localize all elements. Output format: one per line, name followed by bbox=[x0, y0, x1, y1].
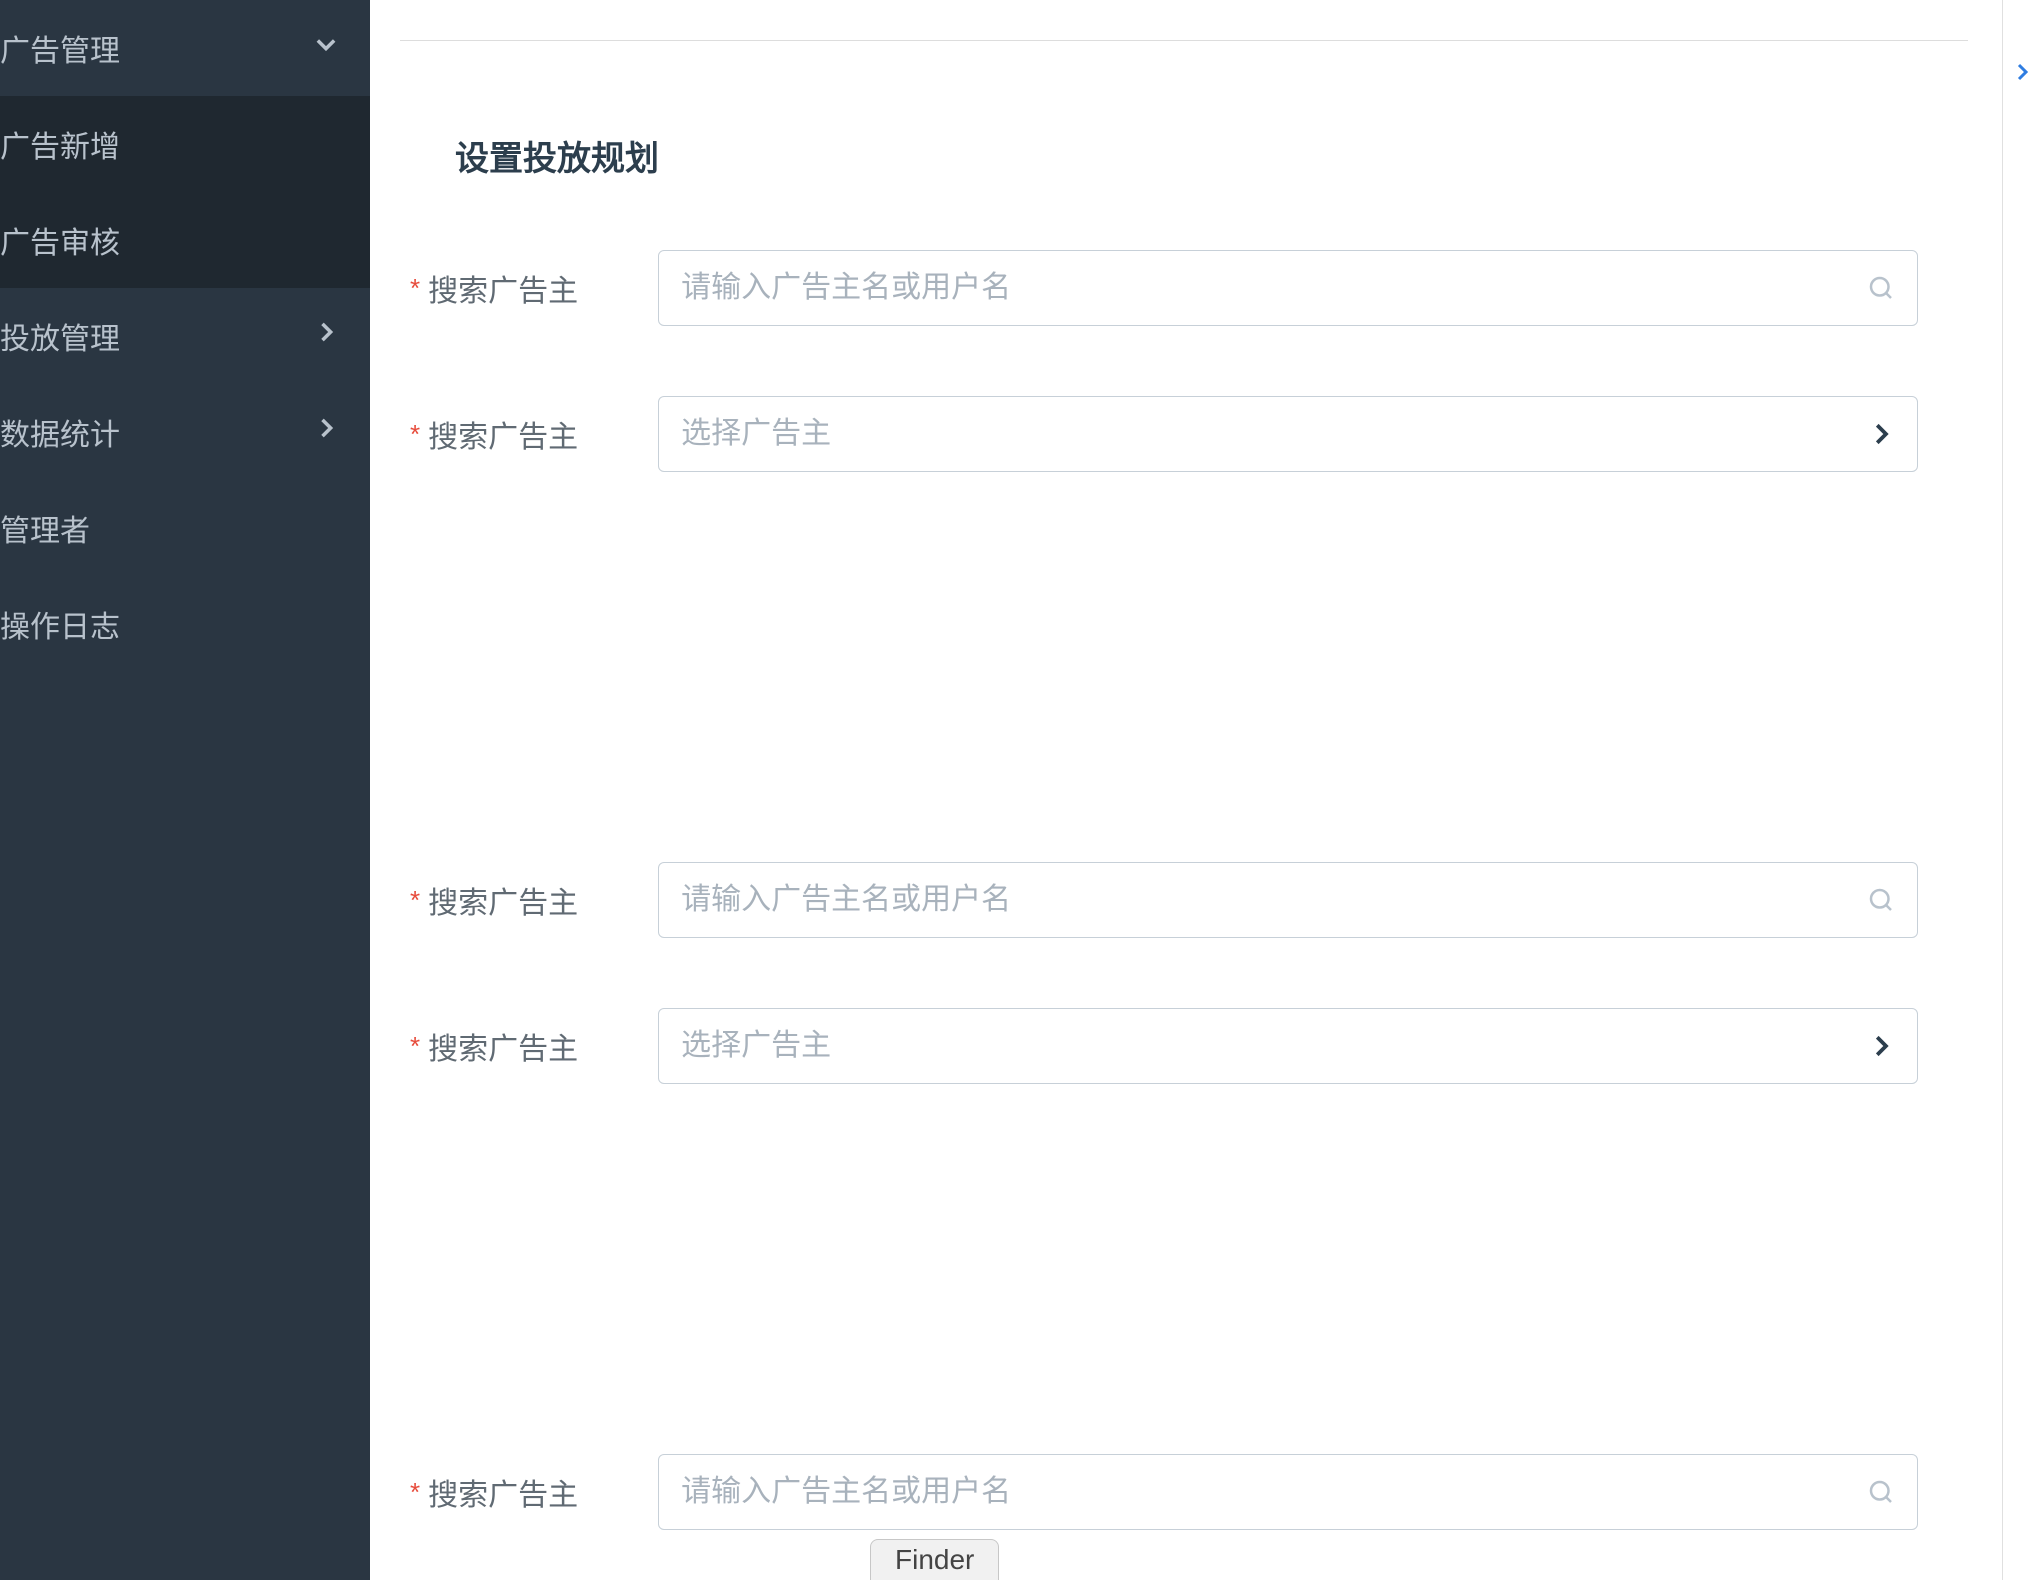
nav-item-delivery[interactable]: 投放管理 bbox=[0, 288, 370, 384]
required-mark: * bbox=[410, 885, 420, 916]
input-wrap bbox=[658, 1454, 1918, 1530]
nav-label: 广告审核 bbox=[0, 218, 120, 262]
select-advertiser-input[interactable] bbox=[658, 1008, 1918, 1084]
nav-item-ad-new[interactable]: 广告新增 bbox=[0, 96, 370, 192]
form-row-select-advertiser: * 搜索广告主 bbox=[400, 396, 1968, 472]
search-advertiser-input[interactable] bbox=[658, 250, 1918, 326]
chevron-right-icon[interactable] bbox=[2010, 60, 2034, 84]
spacer bbox=[400, 542, 1968, 862]
sidebar: 广告管理 广告新增 广告审核 投放管理 数据统计 管理者 操作日志 bbox=[0, 0, 370, 1580]
field-label: 搜索广告主 bbox=[428, 1024, 658, 1068]
search-icon bbox=[1866, 885, 1896, 915]
form-row-select-advertiser: * 搜索广告主 bbox=[400, 1008, 1968, 1084]
select-advertiser-input[interactable] bbox=[658, 396, 1918, 472]
nav-label: 广告新增 bbox=[0, 122, 120, 166]
chevron-right-icon bbox=[312, 318, 340, 354]
field-label: 搜索广告主 bbox=[428, 412, 658, 456]
nav-label: 投放管理 bbox=[0, 314, 120, 358]
field-label: 搜索广告主 bbox=[428, 878, 658, 922]
search-icon bbox=[1866, 273, 1896, 303]
input-wrap bbox=[658, 250, 1918, 326]
nav-label: 管理者 bbox=[0, 506, 90, 550]
nav-item-ad-management[interactable]: 广告管理 bbox=[0, 0, 370, 96]
search-advertiser-input[interactable] bbox=[658, 862, 1918, 938]
input-wrap bbox=[658, 396, 1918, 472]
nav-item-logs[interactable]: 操作日志 bbox=[0, 576, 370, 672]
chevron-right-icon bbox=[1866, 1031, 1896, 1061]
nav-label: 广告管理 bbox=[0, 26, 120, 70]
spacer bbox=[400, 1154, 1968, 1454]
nav-label: 操作日志 bbox=[0, 602, 120, 646]
right-panel bbox=[2002, 0, 2038, 1580]
required-mark: * bbox=[410, 1477, 420, 1508]
chevron-down-icon bbox=[312, 30, 340, 66]
input-wrap bbox=[658, 862, 1918, 938]
form-row-search-advertiser: * 搜索广告主 bbox=[400, 1454, 1968, 1530]
dock-finder[interactable]: Finder bbox=[870, 1539, 999, 1580]
nav-item-admin[interactable]: 管理者 bbox=[0, 480, 370, 576]
form-row-search-advertiser: * 搜索广告主 bbox=[400, 250, 1968, 326]
main-content: 设置投放规划 * 搜索广告主 * 搜索广告主 * 搜索广告主 bbox=[370, 0, 1998, 1580]
required-mark: * bbox=[410, 273, 420, 304]
required-mark: * bbox=[410, 419, 420, 450]
section-title: 设置投放规划 bbox=[455, 131, 1968, 180]
chevron-right-icon bbox=[312, 414, 340, 450]
required-mark: * bbox=[410, 1031, 420, 1062]
search-advertiser-input[interactable] bbox=[658, 1454, 1918, 1530]
field-label: 搜索广告主 bbox=[428, 266, 658, 310]
divider bbox=[400, 40, 1968, 41]
input-wrap bbox=[658, 1008, 1918, 1084]
chevron-right-icon bbox=[1866, 419, 1896, 449]
nav-label: 数据统计 bbox=[0, 410, 120, 454]
field-label: 搜索广告主 bbox=[428, 1470, 658, 1514]
nav-item-ad-review[interactable]: 广告审核 bbox=[0, 192, 370, 288]
dock-label: Finder bbox=[895, 1544, 974, 1575]
nav-item-statistics[interactable]: 数据统计 bbox=[0, 384, 370, 480]
search-icon bbox=[1866, 1477, 1896, 1507]
form-row-search-advertiser: * 搜索广告主 bbox=[400, 862, 1968, 938]
